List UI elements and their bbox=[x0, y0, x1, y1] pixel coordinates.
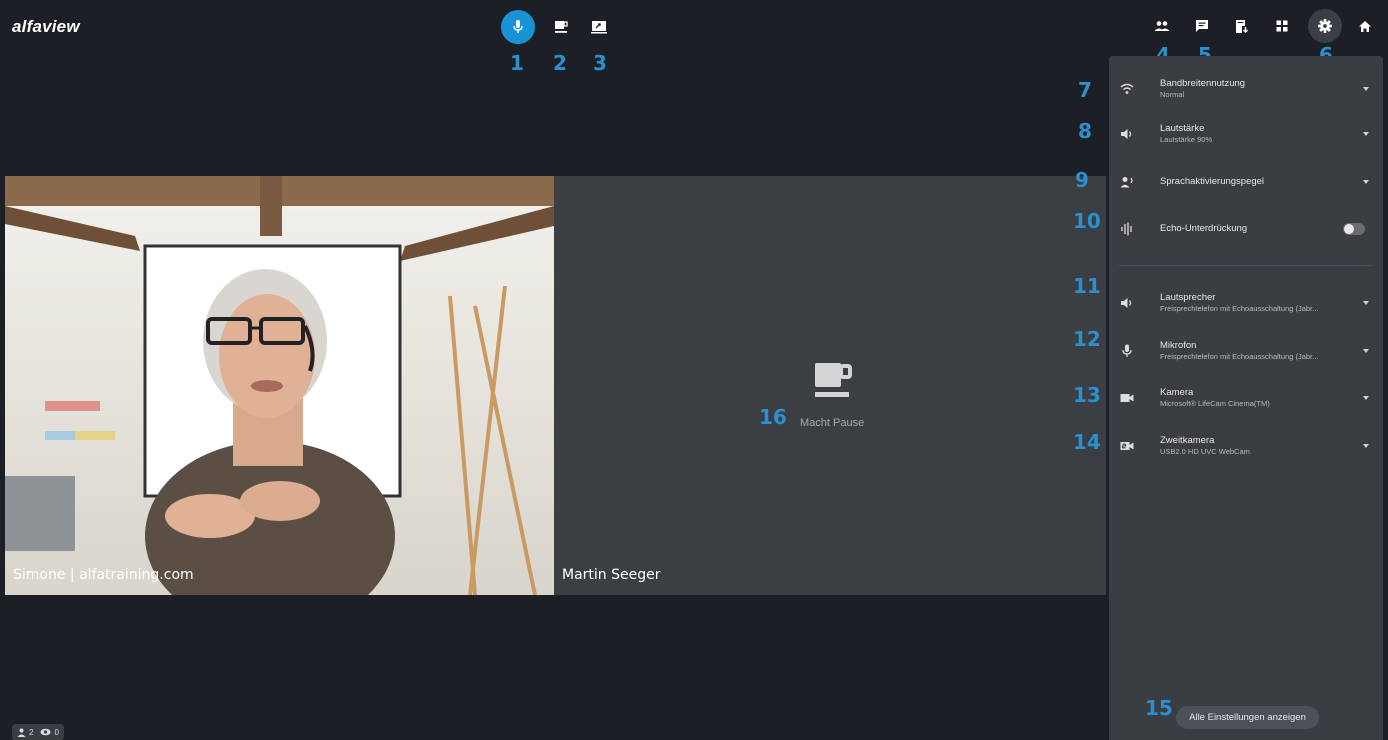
setting-echo-cancellation[interactable]: Echo-Unterdrückung bbox=[1109, 209, 1383, 249]
marker-2: 2 bbox=[553, 51, 567, 75]
marker-11: 11 bbox=[1073, 274, 1101, 298]
microphone-icon bbox=[513, 20, 523, 33]
participants-icon bbox=[1154, 21, 1170, 31]
viewer-count: 0 bbox=[40, 727, 59, 737]
wifi-icon bbox=[1119, 81, 1135, 97]
setting-title: Mikrofon bbox=[1160, 340, 1197, 351]
setting-bandwidth[interactable]: Bandbreitennutzung Normal bbox=[1109, 69, 1383, 109]
participant-stats[interactable]: 2 0 bbox=[12, 724, 64, 740]
camera-icon bbox=[1119, 390, 1135, 406]
video-tile-martin[interactable]: Macht Pause 16 Martin Seeger bbox=[554, 176, 1106, 595]
documents-button[interactable] bbox=[1232, 17, 1252, 35]
person-icon bbox=[17, 728, 26, 737]
document-download-icon bbox=[1236, 19, 1248, 33]
coffee-cup-icon bbox=[815, 363, 852, 397]
setting-voice-activation[interactable]: Sprachaktivierungspegel bbox=[1109, 162, 1383, 202]
marker-13: 13 bbox=[1073, 383, 1101, 407]
setting-second-camera[interactable]: Zweitkamera USB2.0 HD UVC WebCam bbox=[1109, 426, 1383, 466]
participant-count: 2 bbox=[17, 728, 33, 737]
marker-3: 3 bbox=[593, 51, 607, 75]
setting-title: Zweitkamera bbox=[1160, 435, 1215, 446]
marker-8: 8 bbox=[1078, 119, 1092, 143]
setting-title: Bandbreitennutzung bbox=[1160, 78, 1246, 89]
chevron-down-icon[interactable] bbox=[1363, 180, 1369, 184]
marker-14: 14 bbox=[1073, 430, 1101, 454]
waveform-icon bbox=[1119, 221, 1135, 237]
setting-value: Normal bbox=[1160, 90, 1185, 99]
voice-activation-icon bbox=[1119, 174, 1135, 190]
microphone-button[interactable] bbox=[501, 10, 535, 44]
microphone-icon bbox=[1119, 343, 1135, 359]
eye-icon bbox=[40, 728, 51, 736]
participant-name: Martin Seeger bbox=[562, 567, 661, 583]
gear-icon bbox=[1318, 19, 1332, 33]
marker-12: 12 bbox=[1073, 327, 1101, 351]
setting-title: Lautsprecher bbox=[1160, 292, 1216, 303]
marker-16: 16 bbox=[759, 405, 787, 429]
volume-icon bbox=[1119, 126, 1135, 142]
marker-9: 9 bbox=[1075, 168, 1089, 192]
setting-microphone[interactable]: Mikrofon Freisprechtelefon mit Echoaussch… bbox=[1109, 331, 1383, 371]
marker-15: 15 bbox=[1145, 696, 1173, 720]
chat-icon bbox=[1196, 20, 1208, 32]
screen-share-button[interactable] bbox=[590, 18, 608, 36]
chevron-down-icon[interactable] bbox=[1363, 396, 1369, 400]
chevron-down-icon[interactable] bbox=[1363, 87, 1369, 91]
chat-button[interactable] bbox=[1192, 17, 1212, 35]
video-tile-simone[interactable]: Simone | alfatraining.com bbox=[5, 176, 554, 595]
second-camera-icon bbox=[1119, 438, 1135, 454]
marker-7: 7 bbox=[1078, 78, 1092, 102]
participant-name: Simone | alfatraining.com bbox=[13, 567, 194, 583]
viewer-count-value: 0 bbox=[54, 727, 59, 737]
app-logo: alfaview bbox=[12, 17, 80, 36]
chevron-down-icon[interactable] bbox=[1363, 301, 1369, 305]
settings-button[interactable] bbox=[1308, 9, 1342, 43]
home-icon bbox=[1359, 20, 1371, 32]
chevron-down-icon[interactable] bbox=[1363, 444, 1369, 448]
settings-panel: Bandbreitennutzung Normal Lautstärke Lauts… bbox=[1109, 56, 1383, 740]
setting-camera[interactable]: Kamera Microsoft® LifeCam Cinema(TM) bbox=[1109, 378, 1383, 418]
show-all-settings-button[interactable]: Alle Einstellungen anzeigen bbox=[1176, 706, 1319, 729]
participant-count-value: 2 bbox=[29, 727, 34, 737]
panel-divider bbox=[1119, 265, 1373, 266]
setting-title: Sprachaktivierungspegel bbox=[1160, 176, 1265, 187]
chevron-down-icon[interactable] bbox=[1363, 132, 1369, 136]
setting-speaker[interactable]: Lautsprecher Freisprechtelefon mit Echoau… bbox=[1109, 283, 1383, 323]
coffee-cup-icon bbox=[555, 21, 568, 33]
setting-value: Freisprechtelefon mit Echoausschaltung (… bbox=[1160, 352, 1319, 361]
setting-volume[interactable]: Lautstärke Lautstärke 90% bbox=[1109, 114, 1383, 154]
echo-toggle[interactable] bbox=[1343, 223, 1365, 235]
layout-button[interactable] bbox=[1272, 17, 1292, 35]
speaker-icon bbox=[1119, 295, 1135, 311]
marker-1: 1 bbox=[510, 51, 524, 75]
grid-icon bbox=[1276, 20, 1288, 32]
setting-title: Echo-Unterdrückung bbox=[1160, 223, 1248, 234]
toggle-knob bbox=[1344, 224, 1354, 234]
setting-value: Lautstärke 90% bbox=[1160, 135, 1213, 144]
pause-button[interactable] bbox=[552, 18, 570, 36]
chevron-down-icon[interactable] bbox=[1363, 349, 1369, 353]
setting-value: Microsoft® LifeCam Cinema(TM) bbox=[1160, 399, 1270, 408]
video-feed-image bbox=[5, 176, 554, 595]
home-button[interactable] bbox=[1355, 17, 1375, 35]
setting-value: USB2.0 HD UVC WebCam bbox=[1160, 447, 1250, 456]
screen-share-icon bbox=[591, 21, 607, 34]
marker-10: 10 bbox=[1073, 209, 1101, 233]
setting-value: Freisprechtelefon mit Echoausschaltung (… bbox=[1160, 304, 1319, 313]
pause-status: Macht Pause bbox=[800, 417, 865, 429]
participants-button[interactable] bbox=[1152, 17, 1172, 35]
setting-title: Lautstärke bbox=[1160, 123, 1205, 134]
setting-title: Kamera bbox=[1160, 387, 1194, 398]
